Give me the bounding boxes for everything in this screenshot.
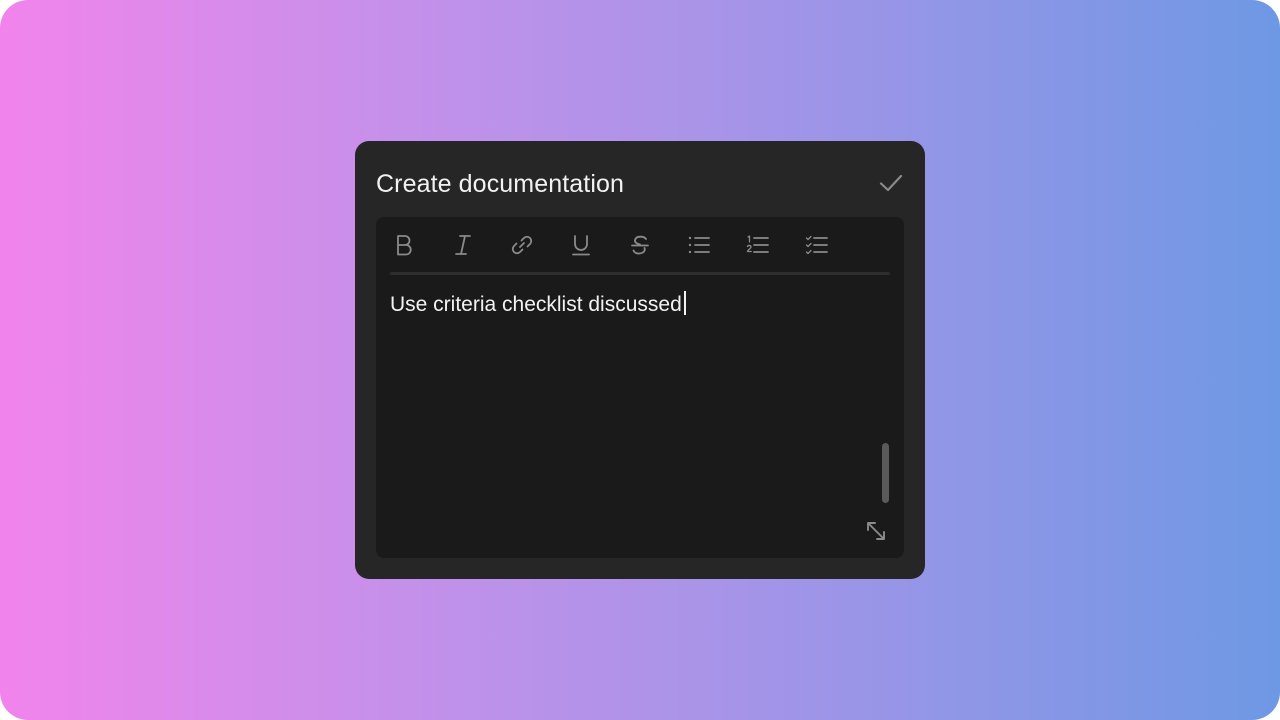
checklist-button[interactable]	[803, 231, 831, 259]
italic-icon	[451, 233, 475, 257]
check-icon	[878, 170, 904, 196]
create-documentation-dialog: Create documentation Use criteria checkl…	[355, 141, 925, 579]
bold-button[interactable]	[390, 231, 418, 259]
formatting-toolbar	[390, 229, 890, 261]
underline-button[interactable]	[567, 231, 595, 259]
text-cursor	[683, 291, 686, 315]
editor-content[interactable]: Use criteria checklist discussed	[390, 291, 686, 319]
bulleted-list-button[interactable]	[685, 231, 713, 259]
numbered-list-button[interactable]	[744, 231, 772, 259]
strikethrough-icon	[628, 233, 652, 257]
numbered-list-icon	[745, 233, 771, 257]
link-icon	[509, 232, 535, 258]
toolbar-divider	[390, 272, 890, 275]
italic-button[interactable]	[449, 231, 477, 259]
link-button[interactable]	[508, 231, 536, 259]
confirm-button[interactable]	[877, 169, 905, 197]
dialog-title: Create documentation	[376, 170, 624, 198]
scrollbar-thumb[interactable]	[882, 443, 889, 503]
rich-text-editor[interactable]: Use criteria checklist discussed	[376, 217, 904, 558]
bullet-list-icon	[686, 233, 712, 257]
resize-icon	[864, 519, 888, 543]
underline-icon	[569, 233, 593, 257]
bold-icon	[392, 233, 416, 257]
editor-text: Use criteria checklist discussed	[390, 293, 682, 316]
checklist-icon	[804, 233, 830, 257]
resize-handle[interactable]	[862, 517, 890, 545]
gradient-background: Create documentation Use criteria checkl…	[0, 0, 1280, 720]
strikethrough-button[interactable]	[626, 231, 654, 259]
